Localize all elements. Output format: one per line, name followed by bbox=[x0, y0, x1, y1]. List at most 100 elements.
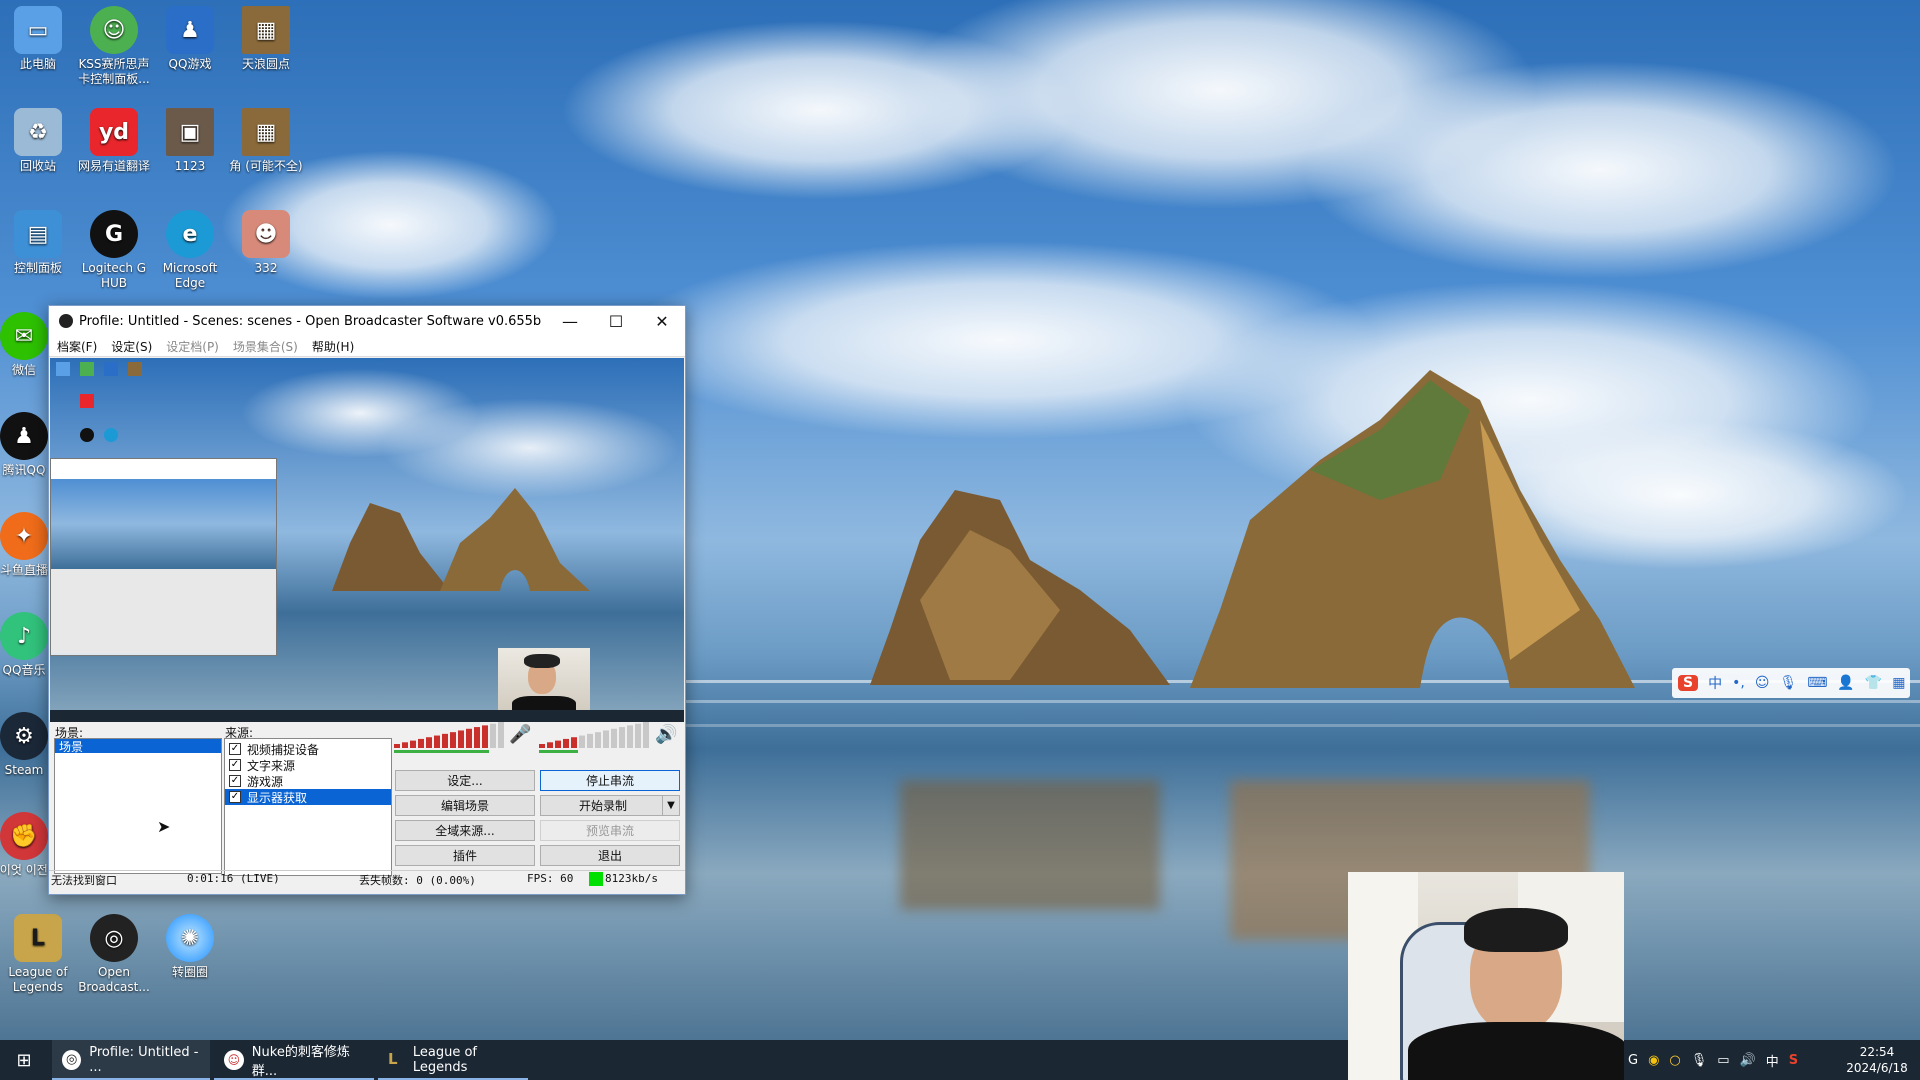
plugins-button[interactable]: 插件 bbox=[395, 845, 535, 866]
taskbar-item-obs[interactable]: ◎ Profile: Untitled - ... bbox=[52, 1040, 210, 1080]
mic-meter-bar bbox=[474, 727, 480, 748]
desktop-meter-bar bbox=[571, 737, 577, 748]
taskbar-item-chat[interactable]: ☺ Nuke的刺客修炼群... bbox=[214, 1040, 374, 1080]
desktop-icon-orb[interactable]: ✺ 转圈圈 bbox=[152, 914, 228, 980]
source-item-text[interactable]: ✓ 文字来源 bbox=[225, 757, 391, 773]
desktop-icon-qq-game[interactable]: ♟ QQ游戏 bbox=[152, 6, 228, 72]
rock-arch-left bbox=[870, 490, 1170, 685]
tray-mic-icon[interactable]: 🎙 bbox=[1691, 1053, 1708, 1068]
stop-stream-button[interactable]: 停止串流 bbox=[540, 770, 680, 791]
tray-volume-icon[interactable]: 🔊 bbox=[1740, 1053, 1756, 1068]
tray-chrome-icon[interactable]: ◉ bbox=[1648, 1053, 1659, 1068]
menu-help[interactable]: 帮助(H) bbox=[312, 338, 354, 355]
mic-meter-bar bbox=[482, 725, 488, 748]
map-thumbnail-icon: ▦ bbox=[242, 6, 290, 54]
desktop-meter-bar bbox=[643, 722, 649, 748]
taskbar-item-league[interactable]: L League of Legends bbox=[378, 1040, 528, 1080]
tray-status-icon[interactable]: ○ bbox=[1669, 1053, 1680, 1068]
dropdown-arrow-icon[interactable]: ▼ bbox=[662, 796, 679, 815]
ime-punct-toggle[interactable]: •, bbox=[1732, 675, 1745, 691]
desktop-icon-obs[interactable]: ◎ Open Broadcast... bbox=[76, 914, 152, 995]
mic-meter-bar bbox=[402, 742, 408, 748]
preview-desktop-icons bbox=[50, 358, 150, 458]
chat-icon: ☺ bbox=[224, 1050, 244, 1070]
start-record-button[interactable]: 开始录制 ▼ bbox=[540, 795, 680, 816]
exit-button[interactable]: 退出 bbox=[540, 845, 680, 866]
edit-scene-button[interactable]: 编辑场景 bbox=[395, 795, 535, 816]
preview-taskbar bbox=[50, 710, 684, 722]
tray-ime-indicator[interactable]: 中 bbox=[1766, 1051, 1779, 1070]
clock-time: 22:54 bbox=[1859, 1045, 1895, 1059]
sogou-ime-bar[interactable]: S 中 •, ☺ 🎙 ⌨ 👤 👕 ▦ bbox=[1672, 668, 1910, 698]
desktop-icon-this-pc[interactable]: ▭ 此电脑 bbox=[0, 6, 76, 72]
menu-file[interactable]: 档案(F) bbox=[57, 338, 97, 355]
mic-meter-bar bbox=[426, 737, 432, 748]
map-thumbnail-icon: ▦ bbox=[242, 108, 290, 156]
menu-scene-collection[interactable]: 场景集合(S) bbox=[233, 338, 298, 355]
desktop-icon-1123[interactable]: ▣ 1123 bbox=[152, 108, 228, 174]
start-button[interactable]: ⊞ bbox=[0, 1040, 48, 1080]
mic-icon[interactable]: 🎙 bbox=[1779, 675, 1797, 691]
desktop-icon-logitech[interactable]: G Logitech G HUB bbox=[76, 210, 152, 291]
menu-settings[interactable]: 设定(S) bbox=[111, 338, 152, 355]
scenes-list[interactable]: 场景 ➤ bbox=[54, 738, 222, 874]
mic-meter-bar bbox=[410, 740, 416, 748]
desktop-meter-peak-line bbox=[539, 750, 578, 753]
mic-level-meter bbox=[394, 722, 504, 753]
ime-mode-toggle[interactable]: 中 bbox=[1708, 673, 1722, 693]
emoji-icon[interactable]: ☺ bbox=[1755, 675, 1770, 691]
sources-list[interactable]: ✓ 视频捕捉设备 ✓ 文字来源 ✓ 游戏源 ✓ 显示器获取 bbox=[224, 738, 392, 876]
desktop-icon-league[interactable]: L League of Legends bbox=[0, 914, 76, 995]
maximize-button[interactable]: ☐ bbox=[593, 306, 639, 336]
tray-network-icon[interactable]: ▭ bbox=[1717, 1053, 1729, 1068]
clock-date: 2024/6/18 bbox=[1846, 1061, 1908, 1075]
desktop-meter-bar bbox=[595, 732, 601, 748]
wechat-icon: ✉ bbox=[0, 312, 48, 360]
desktop-icon-recycle-bin[interactable]: ♻ 回收站 bbox=[0, 108, 76, 174]
tray-sogou-icon[interactable]: S bbox=[1789, 1053, 1798, 1068]
preview-stream-button[interactable]: 预览串流 bbox=[540, 820, 680, 841]
tray-app-icon[interactable]: G bbox=[1628, 1053, 1638, 1068]
source-item-monitor-capture[interactable]: ✓ 显示器获取 bbox=[225, 789, 391, 805]
keyboard-icon[interactable]: ⌨ bbox=[1807, 675, 1827, 691]
settings-button[interactable]: 设定... bbox=[395, 770, 535, 791]
desktop-icon-332[interactable]: ☻ 332 bbox=[228, 210, 304, 276]
desktop-meter-bar bbox=[563, 738, 569, 748]
qq-game-penguin-icon: ♟ bbox=[166, 6, 214, 54]
recycle-bin-icon: ♻ bbox=[14, 108, 62, 156]
status-fps: FPS: 60 bbox=[527, 872, 574, 885]
scene-item[interactable]: 场景 bbox=[55, 739, 221, 754]
desktop-icon-control-panel[interactable]: ▤ 控制面板 bbox=[0, 210, 76, 276]
grid-menu-icon[interactable]: ▦ bbox=[1892, 675, 1905, 691]
desktop-icon-edge[interactable]: e Microsoft Edge bbox=[152, 210, 228, 291]
window-titlebar[interactable]: Profile: Untitled - Scenes: scenes - Ope… bbox=[49, 306, 685, 336]
source-item-game[interactable]: ✓ 游戏源 bbox=[225, 773, 391, 789]
skin-icon[interactable]: 👕 bbox=[1865, 675, 1882, 691]
youdao-icon: yd bbox=[90, 108, 138, 156]
minimize-button[interactable]: — bbox=[547, 306, 593, 336]
status-time: 0:01:16 (LIVE) bbox=[187, 872, 280, 885]
close-button[interactable]: ✕ bbox=[639, 306, 685, 336]
source-item-video-capture[interactable]: ✓ 视频捕捉设备 bbox=[225, 741, 391, 757]
logitech-g-icon: G bbox=[90, 210, 138, 258]
desktop-icon-kss[interactable]: ☺ KSS赛所思声卡控制面板... bbox=[76, 6, 152, 87]
mic-icon[interactable]: 🎤 bbox=[509, 724, 531, 745]
menu-profile[interactable]: 设定档(P) bbox=[166, 338, 219, 355]
desktop-icon-map2[interactable]: ▦ 角 (可能不全) bbox=[228, 108, 304, 174]
douyu-icon: ✦ bbox=[0, 512, 48, 560]
clock[interactable]: 22:54 2024/6/18 bbox=[1836, 1040, 1918, 1080]
global-sources-button[interactable]: 全域来源... bbox=[395, 820, 535, 841]
obs-window[interactable]: Profile: Untitled - Scenes: scenes - Ope… bbox=[48, 305, 686, 895]
speaker-icon[interactable]: 🔊 bbox=[655, 724, 677, 745]
mic-meter-bar bbox=[466, 728, 472, 748]
checkbox[interactable]: ✓ bbox=[229, 759, 241, 771]
obs-icon: ◎ bbox=[90, 914, 138, 962]
desktop-icon-youdao[interactable]: yd 网易有道翻译 bbox=[76, 108, 152, 174]
menu-bar: 档案(F) 设定(S) 设定档(P) 场景集合(S) 帮助(H) bbox=[49, 336, 685, 357]
desktop-icon-map1[interactable]: ▦ 天浪圆点 bbox=[228, 6, 304, 72]
checkbox[interactable]: ✓ bbox=[229, 791, 241, 803]
control-panel-icon: ▤ bbox=[14, 210, 62, 258]
checkbox[interactable]: ✓ bbox=[229, 743, 241, 755]
user-icon[interactable]: 👤 bbox=[1837, 675, 1854, 691]
checkbox[interactable]: ✓ bbox=[229, 775, 241, 787]
